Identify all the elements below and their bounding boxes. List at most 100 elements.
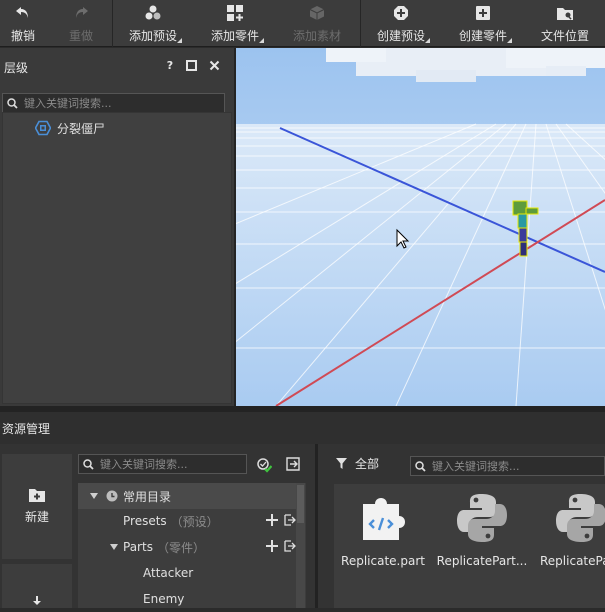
asset-search-input[interactable]	[432, 459, 597, 473]
collapse-icon	[286, 457, 300, 471]
search-icon	[7, 97, 18, 109]
asset-search[interactable]	[410, 456, 605, 476]
toolbar-separator	[360, 0, 361, 47]
filter-label: 全部	[355, 457, 380, 471]
new-folder-icon	[29, 489, 45, 502]
create-preset-button[interactable]: 创建预设	[376, 0, 430, 47]
tree-row-common[interactable]: 常用目录	[78, 483, 296, 509]
toolbar: 撤销 重做 添加预设 添加零件 添加素材 创建预设 创建零件 文件位置	[0, 0, 605, 47]
add-icon[interactable]	[266, 540, 278, 552]
close-button[interactable]	[208, 60, 220, 72]
file-location-button[interactable]: 文件位置	[540, 0, 590, 47]
python-icon	[556, 494, 605, 542]
close-icon	[209, 60, 219, 71]
scrollbar-thumb[interactable]	[297, 485, 304, 523]
undo-icon	[14, 4, 32, 22]
filter-check-icon	[257, 458, 273, 473]
entity-icon	[35, 120, 51, 136]
create-part-icon	[474, 4, 492, 22]
create-part-button[interactable]: 创建零件	[458, 0, 512, 47]
resource-manager-header: 资源管理	[0, 412, 605, 444]
locate-icon[interactable]	[284, 540, 296, 552]
hierarchy-title: 层级	[4, 60, 29, 75]
type-filter-dropdown[interactable]: 全部	[336, 455, 379, 472]
resource-tree-scrollbar[interactable]	[296, 483, 305, 608]
presets-sub-label: （预设）	[170, 514, 219, 529]
new-button[interactable]: 新建	[2, 454, 72, 559]
tree-row-enemy[interactable]: Enemy	[78, 586, 296, 612]
parts-label: Parts	[123, 540, 153, 554]
parts-sub-label: （零件）	[156, 540, 205, 555]
tree-row-attacker[interactable]: Attacker	[78, 560, 296, 586]
scene-viewport[interactable]	[236, 48, 605, 406]
undo-label: 撤销	[10, 29, 35, 43]
create-part-label: 创建零件	[458, 29, 507, 43]
expand-icon	[110, 544, 118, 550]
add-material-button[interactable]: 添加素材	[292, 0, 342, 47]
dropdown-corner-icon	[425, 38, 430, 43]
clock-icon	[106, 490, 118, 502]
import-button[interactable]	[2, 564, 72, 608]
redo-button[interactable]: 重做	[67, 0, 95, 47]
tree-item-entity[interactable]: 分裂僵尸	[35, 119, 105, 137]
tree-item-label: 分裂僵尸	[57, 121, 106, 136]
hierarchy-tree: 分裂僵尸	[2, 112, 232, 404]
collapse-button[interactable]	[286, 457, 300, 474]
maximize-icon	[185, 60, 197, 71]
add-preset-button[interactable]: 添加预设	[128, 0, 182, 47]
asset-name: ReplicatePa	[540, 554, 605, 568]
add-part-icon	[226, 4, 244, 22]
download-icon	[33, 596, 41, 605]
folder-icon	[556, 4, 574, 22]
tree-row-parts[interactable]: Parts （零件）	[78, 534, 296, 560]
hierarchy-search[interactable]	[2, 93, 225, 113]
asset-name: ReplicatePart...	[436, 554, 528, 568]
add-preset-icon	[144, 4, 162, 22]
maximize-button[interactable]	[185, 60, 197, 72]
asset-grid: Replicate.part ReplicatePart... Replicat…	[334, 484, 605, 608]
presets-actions	[266, 514, 296, 526]
filter-icon	[336, 458, 347, 469]
tree-root-label: 常用目录	[123, 489, 172, 504]
add-preset-label: 添加预设	[128, 29, 177, 43]
redo-label: 重做	[68, 29, 93, 43]
asset-name: Replicate.part	[341, 554, 425, 568]
resource-tree: 常用目录 Presets （预设） Parts （零件） Attacker En…	[78, 483, 306, 608]
hierarchy-header: 层级 ?	[0, 48, 234, 86]
create-preset-label: 创建预设	[376, 29, 425, 43]
tree-child-label: Enemy	[143, 592, 185, 606]
add-part-label: 添加零件	[210, 29, 259, 43]
file-location-label: 文件位置	[540, 29, 589, 43]
resource-search-input[interactable]	[100, 457, 240, 471]
expand-icon	[90, 493, 98, 499]
filter-check-button[interactable]	[256, 457, 273, 476]
asset-tile[interactable]: ReplicatePa	[532, 484, 605, 608]
parts-actions	[266, 540, 296, 552]
add-material-label: 添加素材	[292, 29, 341, 43]
asset-tile[interactable]: Replicate.part	[334, 484, 432, 608]
cube-icon	[308, 4, 326, 22]
hierarchy-search-input[interactable]	[24, 96, 204, 110]
presets-label: Presets	[123, 514, 167, 528]
search-icon	[83, 458, 94, 470]
add-icon[interactable]	[266, 514, 278, 526]
scene-canvas	[236, 48, 605, 406]
undo-button[interactable]: 撤销	[9, 0, 37, 47]
dropdown-corner-icon	[259, 38, 264, 43]
dropdown-corner-icon	[507, 38, 512, 43]
tree-row-presets[interactable]: Presets （预设）	[78, 508, 296, 534]
asset-tile[interactable]: ReplicatePart...	[433, 484, 531, 608]
dropdown-corner-icon	[177, 38, 182, 43]
python-icon	[457, 494, 507, 542]
puzzle-code-icon	[363, 498, 405, 540]
add-part-button[interactable]: 添加零件	[210, 0, 264, 47]
tree-child-label: Attacker	[143, 566, 194, 580]
new-label: 新建	[24, 510, 49, 524]
hierarchy-panel: 层级 ? 分裂僵尸	[0, 48, 234, 406]
resource-manager-title: 资源管理	[2, 421, 51, 436]
locate-icon[interactable]	[284, 514, 296, 526]
create-preset-icon	[392, 4, 410, 22]
help-button[interactable]: ?	[164, 60, 176, 72]
search-icon	[415, 460, 426, 472]
resource-search[interactable]	[78, 454, 247, 474]
